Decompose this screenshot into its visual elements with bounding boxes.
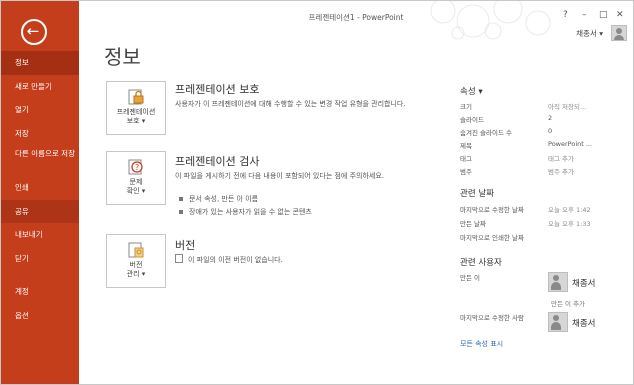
manage-versions-button[interactable]: 버전 관리 ▾	[106, 234, 166, 288]
add-category-field[interactable]: 범주 추가	[548, 166, 574, 176]
property-row: 크기 아직 저장되...	[460, 101, 620, 111]
property-row: 슬라이드 2	[460, 114, 620, 124]
account-user[interactable]: 채종서 ▾	[576, 28, 603, 39]
properties-heading[interactable]: 속성 ▾	[460, 85, 483, 97]
nav-item-account[interactable]: 계정	[1, 280, 79, 304]
related-people-heading: 관련 사용자	[460, 258, 502, 268]
nav-item-options[interactable]: 옵션	[1, 304, 79, 328]
inspect-tile-label-1: 문제	[129, 178, 143, 186]
page-title: 정보	[104, 45, 141, 69]
inspect-bullet-text: 장애가 있는 사용자가 읽을 수 없는 콘텐츠	[189, 208, 312, 216]
inspect-heading: 프레젠테이션 검사	[175, 155, 260, 168]
modified-by-avatar-icon	[548, 312, 568, 332]
date-key: 만든 날짜	[460, 220, 486, 228]
nav-item-save[interactable]: 저장	[1, 122, 79, 146]
nav-item-share[interactable]: 공유	[1, 199, 79, 223]
property-key: 범주	[460, 168, 472, 176]
nav-item-save-as-label: 다른 이름으로 저장	[15, 149, 75, 158]
date-row: 만든 날짜 오늘 오후 1:33	[460, 218, 620, 228]
add-author-link[interactable]: 만든 이 추가	[551, 298, 585, 308]
inspect-tile-label-2: 확인 ▾	[126, 187, 146, 195]
nav-item-info[interactable]: 정보	[1, 51, 79, 75]
add-tag-field[interactable]: 태그 추가	[548, 153, 574, 163]
modified-by-name[interactable]: 채종서	[572, 317, 595, 329]
back-arrow-icon[interactable]: ←	[21, 19, 47, 45]
title-bar: 프레젠테이션1 - PowerPoint	[79, 1, 633, 40]
no-versions-icon	[175, 254, 183, 263]
nav-gap	[1, 270, 79, 280]
account-avatar-icon[interactable]	[611, 25, 627, 41]
nav-item-open[interactable]: 열기	[1, 98, 79, 122]
minimize-button[interactable]: –	[582, 10, 587, 20]
nav-item-new[interactable]: 새로 만들기	[1, 75, 79, 99]
versions-tile-label-1: 버전	[129, 261, 143, 269]
maximize-button[interactable]: □	[599, 10, 608, 20]
author-avatar-icon	[548, 272, 568, 292]
account-user-name: 채종서	[576, 29, 597, 38]
modified-by-key: 마지막으로 수정한 사람	[460, 314, 524, 322]
nav-item-export[interactable]: 내보내기	[1, 223, 79, 247]
versions-icon	[126, 241, 146, 259]
show-all-properties-link[interactable]: 모든 속성 표시	[460, 339, 503, 349]
property-key: 태그	[460, 155, 472, 163]
date-value: 오늘 오후 1:42	[548, 206, 591, 214]
author-row: 만든 이	[460, 272, 620, 282]
author-name[interactable]: 채종서	[572, 277, 595, 289]
inspect-document-icon: ?	[126, 158, 146, 176]
property-row: 숨겨진 슬라이드 수 0	[460, 127, 620, 137]
modified-by-row: 마지막으로 수정한 사람	[460, 312, 620, 322]
versions-description-text: 이 파일의 이전 버전이 없습니다.	[188, 256, 283, 264]
property-row: 제목 PowerPoint ...	[460, 140, 620, 150]
inspect-bullet: 문서 속성, 만든 이 이름	[179, 194, 258, 204]
nav-item-close[interactable]: 닫기	[1, 247, 79, 271]
property-key: 숨겨진 슬라이드 수	[460, 129, 512, 137]
versions-heading: 버전	[175, 239, 196, 252]
nav-item-save-as[interactable]: 다른 이름으로 저장	[1, 145, 79, 176]
title-property-value[interactable]: PowerPoint ...	[548, 140, 592, 148]
property-value: 0	[548, 127, 553, 135]
bullet-marker	[179, 197, 183, 201]
property-value: 2	[548, 114, 553, 122]
property-row: 범주 범주 추가	[460, 166, 620, 176]
date-key: 마지막으로 수정한 날짜	[460, 206, 524, 214]
inspect-description: 이 파일을 게시하기 전에 다음 내용이 포함되어 있다는 점에 주의하세요.	[175, 172, 385, 180]
backstage-nav: 정보 새로 만들기 열기 저장 다른 이름으로 저장 인쇄 공유 내보내기 닫기…	[1, 51, 79, 327]
check-for-issues-button[interactable]: ? 문제 확인 ▾	[106, 151, 166, 205]
close-button[interactable]: ✕	[616, 10, 624, 20]
protect-heading: 프레젠테이션 보호	[175, 83, 260, 96]
lock-icon	[126, 88, 146, 106]
backstage-sidebar: ← 정보 새로 만들기 열기 저장 다른 이름으로 저장 인쇄 공유 내보내기 …	[1, 1, 79, 384]
versions-description: 이 파일의 이전 버전이 없습니다.	[175, 254, 425, 265]
date-key: 마지막으로 인쇄한 날짜	[460, 234, 524, 242]
date-value: 오늘 오후 1:33	[548, 220, 591, 228]
property-key: 슬라이드	[460, 116, 484, 124]
window-title: 프레젠테이션1 - PowerPoint	[308, 13, 404, 22]
property-row: 태그 태그 추가	[460, 153, 620, 163]
protect-presentation-button[interactable]: 프레젠테이션 보호 ▾	[106, 81, 166, 135]
svg-text:?: ?	[135, 163, 139, 172]
property-key: 제목	[460, 142, 472, 150]
nav-item-print[interactable]: 인쇄	[1, 176, 79, 200]
protect-description: 사용자가 이 프레젠테이션에 대해 수행할 수 있는 변경 작업 유형을 관리합…	[175, 100, 406, 108]
property-value: 아직 저장되...	[548, 103, 587, 111]
inspect-bullet: 장애가 있는 사용자가 읽을 수 없는 콘텐츠	[179, 207, 312, 217]
bullet-marker	[179, 210, 183, 214]
protect-tile-label-2: 보호 ▾	[126, 117, 146, 125]
property-key: 크기	[460, 103, 472, 111]
inspect-bullet-text: 문서 속성, 만든 이 이름	[189, 195, 259, 203]
author-key: 만든 이	[460, 274, 481, 282]
related-dates-heading: 관련 날짜	[460, 189, 494, 199]
protect-tile-label-1: 프레젠테이션	[116, 108, 156, 116]
date-row: 마지막으로 인쇄한 날짜	[460, 232, 620, 242]
versions-tile-label-2: 관리 ▾	[126, 270, 146, 278]
date-row: 마지막으로 수정한 날짜 오늘 오후 1:42	[460, 204, 620, 214]
help-button[interactable]: ?	[563, 10, 568, 20]
window-frame: ← 정보 새로 만들기 열기 저장 다른 이름으로 저장 인쇄 공유 내보내기 …	[0, 0, 634, 385]
